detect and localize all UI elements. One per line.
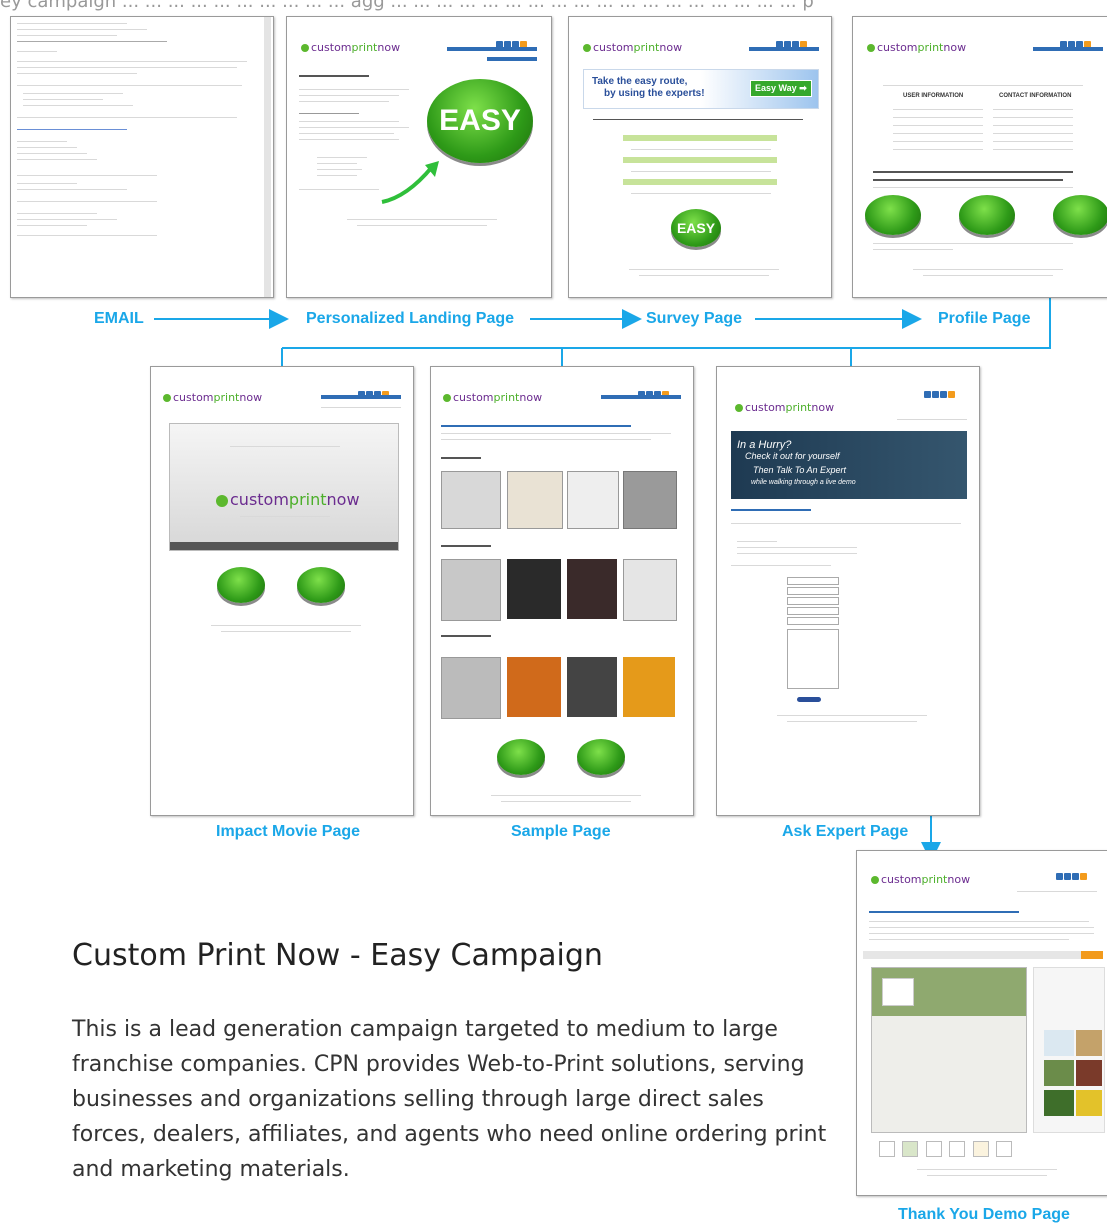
thumb-landing-page[interactable]: customprintnow EASY [286,16,552,298]
sample-button[interactable] [865,195,921,235]
thumb-profile-page[interactable]: customprintnow USER INFORMATION CONTACT … [852,16,1107,298]
campaign-description: This is a lead generation campaign targe… [72,1017,827,1182]
label-impact-movie-page: Impact Movie Page [216,823,361,840]
easy-button[interactable]: EASY [427,79,533,163]
label-email: EMAIL [94,310,144,327]
expert-button[interactable] [297,567,345,603]
label-profile-page: Profile Page [938,310,1031,327]
expert-button[interactable] [577,739,625,775]
movie-player[interactable]: customprintnow [169,423,399,551]
label-ask-expert-page: Ask Expert Page [782,823,909,840]
label-survey-page: Survey Page [646,310,743,327]
sample-button[interactable] [217,567,265,603]
thumb-thank-you-demo-page[interactable]: customprintnow [856,850,1107,1196]
logo: customprintnow [735,401,834,414]
easy-button[interactable]: EASY [671,209,721,247]
demo-editor-canvas[interactable] [871,967,1027,1133]
logo: customprintnow [583,41,682,54]
survey-banner: Take the easy route, by using the expert… [583,69,819,109]
logo: customprintnow [871,873,970,886]
movie-button[interactable] [497,739,545,775]
label-sample-page: Sample Page [511,823,611,840]
thumb-survey-page[interactable]: customprintnow Take the easy route, by u… [568,16,832,298]
thumb-email[interactable] [10,16,274,298]
expert-banner: In a Hurry? Check it out for yourself Th… [731,431,967,499]
logo: customprintnow [867,41,966,54]
logo: customprintnow [301,41,400,54]
thumb-ask-expert-page[interactable]: customprintnow In a Hurry? Check it out … [716,366,980,816]
demo-side-panel [1033,967,1105,1133]
thumb-sample-page[interactable]: customprintnow [430,366,694,816]
label-landing-page: Personalized Landing Page [306,310,515,327]
expert-button[interactable] [1053,195,1107,235]
thumb-impact-movie-page[interactable]: customprintnow customprintnow [150,366,414,816]
movie-button[interactable] [959,195,1015,235]
logo: customprintnow [163,391,262,404]
campaign-heading: Custom Print Now - Easy Campaign [72,938,603,973]
submit-button[interactable] [797,697,821,702]
easy-way-button[interactable]: Easy Way ➡ [750,80,812,97]
logo: customprintnow [443,391,542,404]
label-thank-you-demo-page: Thank You Demo Page [898,1206,1070,1223]
